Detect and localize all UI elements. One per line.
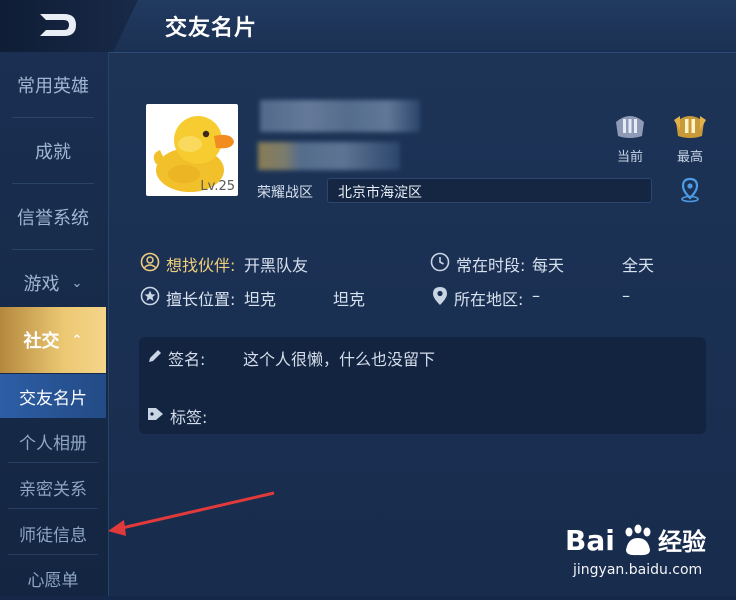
annotation-arrow (108, 491, 275, 536)
svg-text:经验: 经验 (658, 528, 706, 556)
baidu-jingyan-watermark: Bai 经验 (560, 520, 710, 564)
watermark-url: jingyan.baidu.com (573, 562, 703, 578)
svg-text:Bai: Bai (565, 524, 615, 557)
